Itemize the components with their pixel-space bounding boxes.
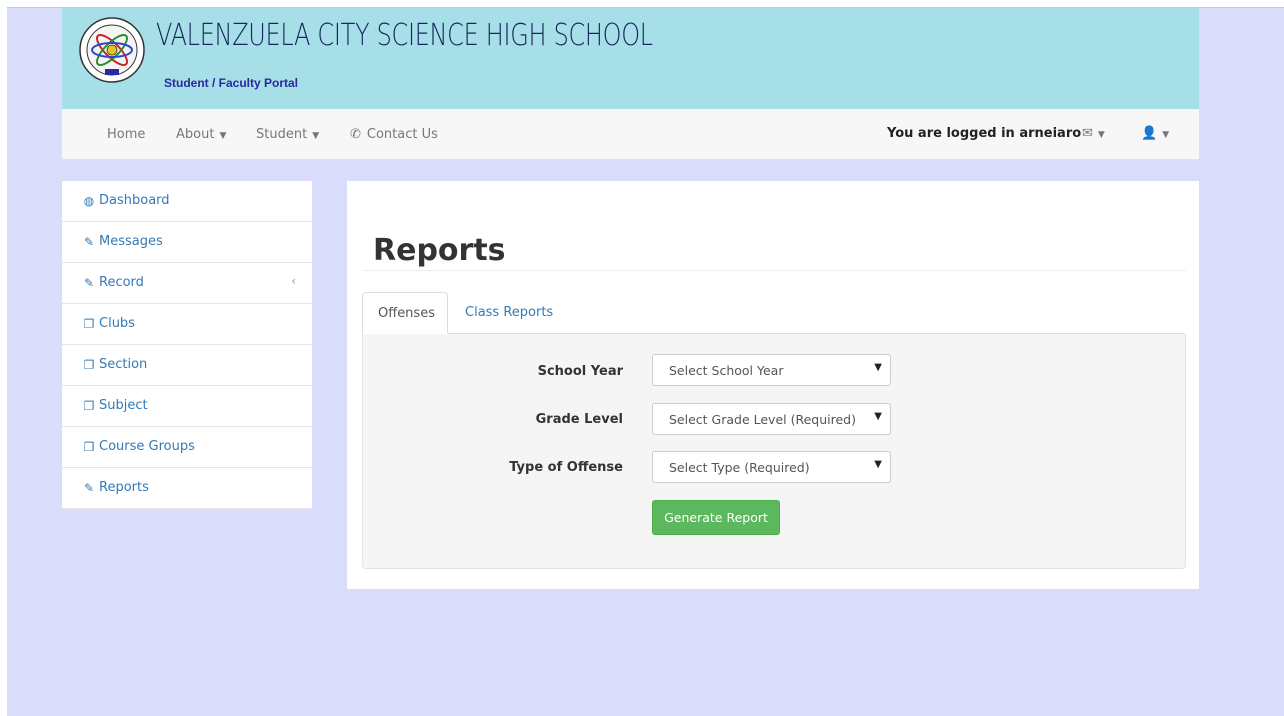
offense-type-label: Type of Offense — [509, 460, 623, 475]
caret-down-icon: ▼ — [219, 131, 227, 141]
caret-down-icon: ▼ — [312, 131, 320, 141]
dropdown-arrow-icon: ▼ — [874, 362, 882, 373]
sidebar-item-label: Reports — [99, 480, 149, 495]
tab-offenses-label: Offenses — [378, 306, 435, 321]
sidebar-item-messages[interactable]: ✎ Messages — [62, 222, 312, 263]
nav-contact-label: Contact Us — [366, 127, 438, 142]
sidebar-item-dashboard[interactable]: ◍ Dashboard — [62, 181, 312, 222]
sidebar-item-label: Clubs — [99, 316, 135, 331]
edit-icon: ✎ — [83, 276, 95, 290]
tab-class-reports-label: Class Reports — [465, 305, 554, 320]
school-year-select[interactable]: Select School Year ▼ — [652, 354, 891, 386]
report-tabs: Offenses Class Reports — [362, 292, 1185, 334]
school-year-label: School Year — [537, 364, 623, 379]
user-dropdown[interactable]: 👤 ▼ — [1141, 126, 1169, 141]
sidebar-item-label: Record — [99, 275, 144, 290]
portal-name: Student / Faculty Portal — [164, 76, 299, 90]
nav-about-label: About — [176, 127, 215, 142]
nav-contact-us[interactable]: ✆ Contact Us — [350, 127, 438, 142]
nav-student[interactable]: Student ▼ — [256, 127, 319, 142]
sidebar-item-label: Section — [99, 357, 148, 372]
sidebar-item-clubs[interactable]: ❐ Clubs — [62, 304, 312, 345]
copy-icon: ❐ — [83, 317, 95, 331]
sidebar-item-reports[interactable]: ✎ Reports — [62, 468, 312, 509]
edit-icon: ✎ — [83, 235, 95, 249]
title-divider — [362, 270, 1186, 271]
sidebar-item-record[interactable]: ✎ Record ‹ — [62, 263, 312, 304]
nav-home-label: Home — [107, 127, 146, 142]
logged-in-status: You are logged in arneiaro — [887, 126, 1082, 141]
sidebar-item-label: Subject — [99, 398, 148, 413]
generate-report-button[interactable]: Generate Report — [652, 500, 780, 535]
school-seal-icon — [79, 17, 145, 83]
caret-down-icon: ▼ — [1162, 130, 1170, 140]
edit-icon: ✎ — [83, 481, 95, 495]
dashboard-icon: ◍ — [83, 194, 95, 208]
caret-down-icon: ▼ — [1097, 130, 1105, 140]
envelope-icon: ✉ — [1082, 126, 1093, 141]
grade-level-label: Grade Level — [535, 412, 623, 427]
nav-about[interactable]: About ▼ — [176, 127, 226, 142]
sidebar-item-label: Dashboard — [99, 193, 170, 208]
sidebar-item-course-groups[interactable]: ❐ Course Groups — [62, 427, 312, 468]
messages-dropdown[interactable]: ✉ ▼ — [1082, 126, 1105, 141]
sidebar-item-section[interactable]: ❐ Section — [62, 345, 312, 386]
user-icon: 👤 — [1141, 126, 1158, 141]
phone-icon: ✆ — [350, 127, 361, 142]
dropdown-arrow-icon: ▼ — [874, 459, 882, 470]
grade-level-select[interactable]: Select Grade Level (Required) ▼ — [652, 403, 891, 435]
sidebar: ◍ Dashboard ✎ Messages ✎ Record ‹ ❐ Club… — [62, 181, 312, 509]
dropdown-arrow-icon: ▼ — [874, 411, 882, 422]
navbar: Home About ▼ Student ▼ ✆ Contact Us You are… — [62, 109, 1199, 160]
sidebar-item-label: Course Groups — [99, 439, 195, 454]
grade-level-value: Select Grade Level (Required) — [669, 412, 856, 427]
chevron-left-icon: ‹ — [291, 274, 296, 288]
main-content: Reports Offenses Class Reports School Ye… — [347, 181, 1199, 589]
school-year-value: Select School Year — [669, 363, 784, 378]
offense-type-value: Select Type (Required) — [669, 460, 810, 475]
nav-home[interactable]: Home — [107, 127, 145, 142]
page-title: Reports — [373, 233, 506, 268]
copy-icon: ❐ — [83, 358, 95, 372]
nav-student-label: Student — [256, 127, 308, 142]
sidebar-item-subject[interactable]: ❐ Subject — [62, 386, 312, 427]
offense-type-select[interactable]: Select Type (Required) ▼ — [652, 451, 891, 483]
copy-icon: ❐ — [83, 440, 95, 454]
sidebar-item-label: Messages — [99, 234, 163, 249]
tab-offenses[interactable]: Offenses — [362, 292, 448, 334]
copy-icon: ❐ — [83, 399, 95, 413]
school-name: VALENZUELA CITY SCIENCE HIGH SCHOOL — [156, 18, 653, 53]
